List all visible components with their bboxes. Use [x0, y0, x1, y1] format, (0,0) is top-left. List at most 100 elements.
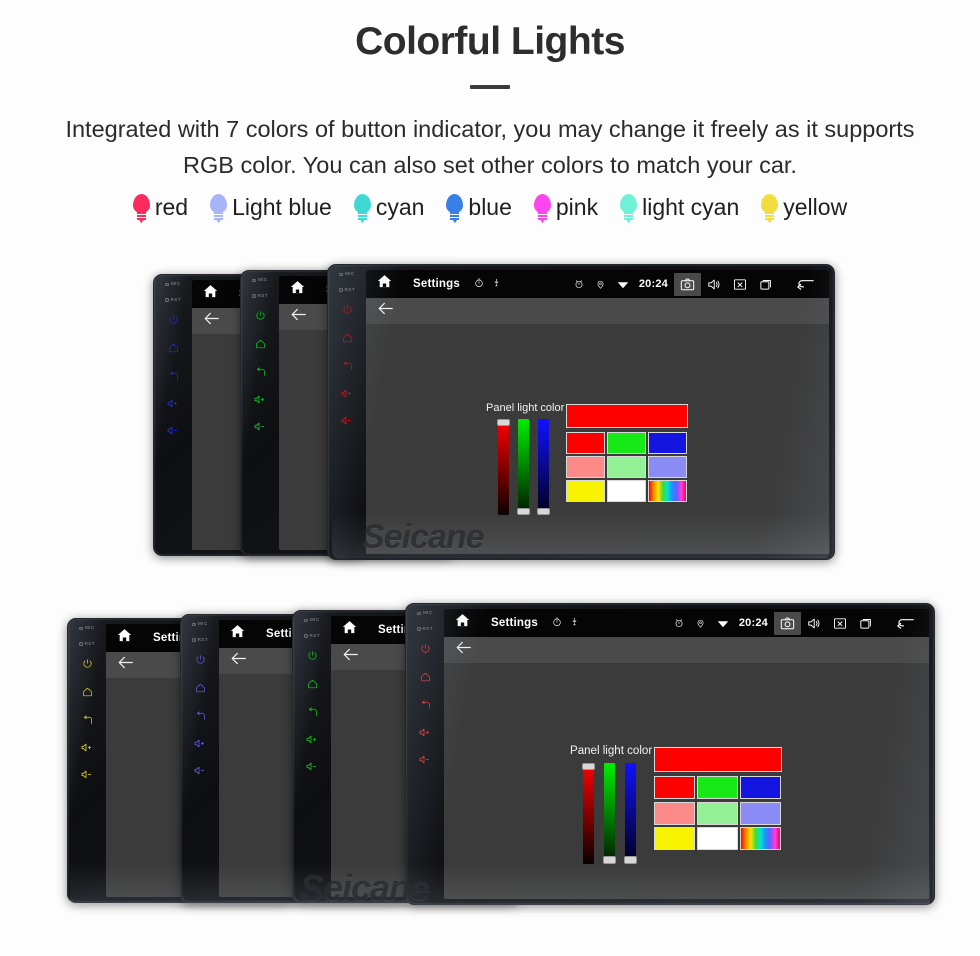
hardkey-home-icon[interactable] — [82, 687, 93, 697]
hardkey-volume-up-icon[interactable] — [254, 395, 267, 404]
hardkey-volume-up-icon[interactable] — [81, 743, 94, 752]
home-icon[interactable] — [202, 283, 219, 305]
color-swatch[interactable] — [697, 776, 738, 800]
speaker-icon[interactable] — [801, 614, 827, 633]
blue-slider-thumb[interactable] — [623, 856, 638, 864]
color-swatch[interactable] — [648, 480, 687, 502]
color-swatch[interactable] — [740, 801, 781, 825]
color-swatch[interactable] — [607, 480, 646, 502]
hardkey-volume-down-icon[interactable] — [81, 770, 94, 779]
hardkey-power-icon[interactable] — [82, 658, 93, 669]
green-slider[interactable] — [517, 419, 530, 515]
close-box-icon[interactable] — [727, 275, 753, 294]
back-arrow-icon[interactable] — [290, 307, 307, 327]
hardkey-power-icon[interactable] — [168, 314, 179, 325]
hardkey-volume-up-icon[interactable] — [419, 728, 432, 737]
timer-icon[interactable] — [474, 275, 484, 293]
color-swatch[interactable] — [648, 432, 687, 454]
hardkey-power-icon[interactable] — [307, 650, 318, 661]
hardkey-volume-down-icon[interactable] — [194, 766, 207, 775]
back-arrow-icon[interactable] — [790, 274, 821, 294]
hardkey-back-icon[interactable] — [82, 715, 93, 725]
red-slider-thumb[interactable] — [581, 762, 596, 771]
hardkey-home-icon[interactable] — [420, 672, 431, 682]
hardkey-home-icon[interactable] — [168, 343, 179, 353]
color-swatch[interactable] — [566, 456, 605, 478]
color-swatch[interactable] — [566, 432, 605, 454]
color-swatch[interactable] — [607, 456, 646, 478]
color-swatch[interactable] — [740, 826, 781, 850]
green-slider[interactable] — [602, 762, 617, 864]
back-arrow-icon[interactable] — [203, 311, 220, 331]
hardkey-volume-down-icon[interactable] — [254, 422, 267, 431]
hardkey-back-icon[interactable] — [307, 707, 318, 717]
hardkey-back-icon[interactable] — [195, 711, 206, 721]
hardkey-volume-up-icon[interactable] — [306, 735, 319, 744]
status-bar-clock: 20:24 — [738, 617, 768, 629]
hardkey-volume-up-icon[interactable] — [167, 399, 180, 408]
red-slider[interactable] — [581, 762, 596, 864]
camera-icon[interactable] — [774, 611, 801, 635]
color-swatch[interactable] — [697, 826, 738, 850]
color-swatch[interactable] — [740, 776, 781, 800]
color-swatch[interactable] — [607, 432, 646, 454]
home-icon[interactable] — [454, 612, 471, 634]
hardkey-back-icon[interactable] — [420, 700, 431, 710]
device-red[interactable]: MIC RST Settings 20:24 Panel light color — [327, 264, 835, 560]
back-arrow-icon[interactable] — [890, 613, 921, 633]
hardkey-volume-down-icon[interactable] — [167, 426, 180, 435]
home-icon[interactable] — [289, 279, 306, 301]
hardkey-power-icon[interactable] — [420, 643, 431, 654]
recents-icon[interactable] — [853, 614, 880, 633]
blue-slider[interactable] — [623, 762, 638, 864]
hardkey-volume-up-icon[interactable] — [194, 739, 207, 748]
back-arrow-icon[interactable] — [117, 655, 134, 675]
color-swatch[interactable] — [654, 826, 695, 850]
hardkey-volume-down-icon[interactable] — [341, 416, 354, 425]
hardkey-home-icon[interactable] — [342, 333, 353, 343]
home-icon[interactable] — [229, 623, 246, 645]
blue-slider[interactable] — [537, 419, 550, 515]
hardkey-back-icon[interactable] — [342, 361, 353, 371]
recents-icon[interactable] — [753, 275, 780, 294]
camera-icon[interactable] — [674, 272, 701, 296]
back-arrow-icon[interactable] — [377, 301, 394, 321]
color-swatch[interactable] — [566, 480, 605, 502]
back-arrow-icon[interactable] — [230, 651, 247, 671]
rgb-sliders — [581, 762, 638, 864]
microphone-icon[interactable] — [570, 614, 579, 632]
color-swatch[interactable] — [654, 776, 695, 800]
microphone-icon[interactable] — [492, 275, 501, 293]
speaker-icon[interactable] — [701, 275, 727, 294]
selected-color-preview[interactable] — [654, 747, 783, 773]
green-slider-thumb[interactable] — [517, 508, 530, 515]
back-arrow-icon[interactable] — [342, 647, 359, 667]
color-swatch[interactable] — [654, 801, 695, 825]
hardkey-power-icon[interactable] — [342, 304, 353, 315]
device-red-2[interactable]: MIC RST Settings 20:24 Panel light color — [405, 603, 935, 905]
hardkey-back-icon[interactable] — [168, 371, 179, 381]
color-swatch[interactable] — [648, 456, 687, 478]
hardkey-home-icon[interactable] — [307, 679, 318, 689]
back-arrow-icon[interactable] — [455, 640, 472, 660]
hardkey-home-icon[interactable] — [255, 339, 266, 349]
swatch-row — [654, 776, 782, 800]
hardkey-volume-up-icon[interactable] — [341, 389, 354, 398]
home-icon[interactable] — [376, 273, 393, 295]
color-swatch[interactable] — [697, 801, 738, 825]
home-icon[interactable] — [341, 619, 358, 641]
home-icon[interactable] — [116, 627, 133, 649]
hardkey-power-icon[interactable] — [255, 310, 266, 321]
blue-slider-thumb[interactable] — [537, 508, 550, 515]
selected-color-preview[interactable] — [566, 404, 688, 428]
red-slider[interactable] — [497, 419, 510, 515]
hardkey-home-icon[interactable] — [195, 683, 206, 693]
green-slider-thumb[interactable] — [602, 856, 617, 864]
close-box-icon[interactable] — [827, 614, 853, 633]
hardkey-power-icon[interactable] — [195, 654, 206, 665]
timer-icon[interactable] — [552, 614, 562, 632]
hardkey-volume-down-icon[interactable] — [306, 762, 319, 771]
red-slider-thumb[interactable] — [497, 419, 510, 426]
hardkey-back-icon[interactable] — [255, 367, 266, 377]
hardkey-volume-down-icon[interactable] — [419, 755, 432, 764]
